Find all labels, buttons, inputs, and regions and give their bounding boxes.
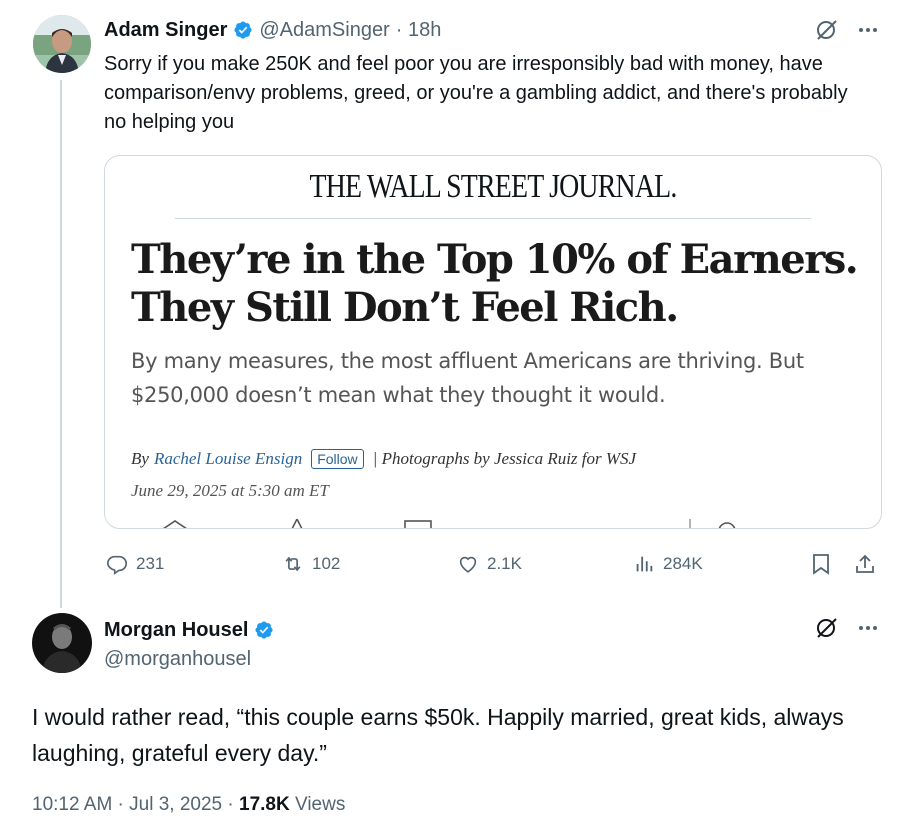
tweet-timestamp[interactable]: · 18h: [396, 19, 442, 42]
tweet-metadata: 10:12 AM · Jul 3, 2025 · 17.8K Views: [32, 794, 345, 816]
photo-credit: | Photographs by Jessica Ruiz for WSJ: [372, 449, 637, 468]
grok-icon[interactable]: [812, 16, 842, 44]
follow-author-button: Follow: [311, 449, 364, 469]
repost-count: 102: [312, 554, 341, 573]
author-handle[interactable]: @AdamSinger: [259, 19, 389, 42]
author-name[interactable]: Adam Singer: [104, 19, 227, 42]
tweet-text: I would rather read, “this couple earns …: [32, 704, 844, 766]
avatar-morgan-housel[interactable]: [32, 613, 92, 673]
thread-connector-line: [60, 80, 62, 608]
tweet-text: Sorry if you make 250K and feel poor you…: [104, 53, 848, 133]
article-headline: They’re in the Top 10% of Earners. They …: [131, 236, 859, 331]
more-options-icon[interactable]: [853, 16, 883, 44]
views-label: Views: [289, 794, 346, 815]
like-count: 2.1K: [487, 554, 522, 573]
bookmark-icon[interactable]: [808, 550, 834, 578]
analytics-icon: [636, 556, 653, 572]
repost-button[interactable]: 102: [282, 548, 340, 580]
cropped-article-toolbar: [105, 517, 881, 528]
reply-button[interactable]: 231: [106, 548, 164, 580]
link-preview-card[interactable]: THE WALL STREET JOURNAL. They’re in the …: [104, 155, 882, 529]
wsj-masthead: THE WALL STREET JOURNAL.: [174, 156, 812, 219]
share-icon[interactable]: [852, 550, 878, 578]
avatar-adam-singer[interactable]: [33, 15, 91, 73]
reply-icon: [107, 555, 127, 575]
like-button[interactable]: 2.1K: [457, 548, 522, 580]
author-name[interactable]: Morgan Housel: [104, 619, 248, 642]
byline-author: Rachel Louise Ensign: [153, 449, 303, 468]
view-count: 284K: [663, 554, 703, 573]
tweet-datetime[interactable]: 10:12 AM · Jul 3, 2025 ·: [32, 794, 239, 815]
repost-icon: [285, 556, 301, 572]
article-byline: By Rachel Louise Ensign Follow | Photogr…: [131, 449, 636, 469]
heart-icon: [459, 556, 477, 573]
verified-badge-icon: [233, 20, 253, 40]
more-options-icon[interactable]: [853, 614, 883, 642]
grok-icon[interactable]: [812, 614, 842, 642]
verified-badge-icon: [254, 620, 274, 640]
article-dek: By many measures, the most affluent Amer…: [131, 349, 804, 407]
views-button[interactable]: 284K: [633, 548, 703, 580]
views-count: 17.8K: [239, 794, 290, 815]
byline-prefix: By: [131, 449, 149, 468]
author-handle[interactable]: @morganhousel: [104, 648, 251, 671]
article-date: June 29, 2025 at 5:30 am ET: [131, 481, 329, 500]
reply-count: 231: [136, 554, 165, 573]
